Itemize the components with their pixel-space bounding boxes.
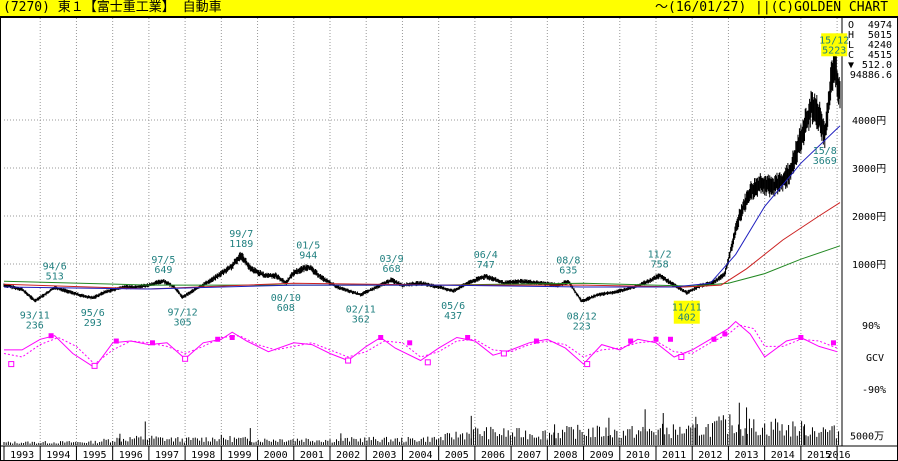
x-tick-label: 2007 <box>517 450 541 461</box>
gcv-filled-marker <box>667 336 673 342</box>
x-tick-label: 1996 <box>119 450 143 461</box>
annotation-value: 362 <box>352 315 370 326</box>
x-tick-label: 2008 <box>553 450 577 461</box>
gcv-filled-marker <box>653 336 659 342</box>
gcv-tick-label: -90% <box>862 385 886 396</box>
volume-bars <box>3 414 840 445</box>
gcv-open-marker <box>91 362 98 369</box>
x-tick-label: 2014 <box>771 450 795 461</box>
ma-mid-line <box>3 202 841 290</box>
gcv-tick-label: 90% <box>862 321 880 332</box>
x-tick-label: 2016 <box>827 450 851 461</box>
x-tick-label: 2012 <box>698 450 722 461</box>
gcv-solid-line <box>4 320 838 369</box>
x-tick-label: 2000 <box>264 450 288 461</box>
chart-frame <box>0 17 898 461</box>
x-tick-label: 1997 <box>155 450 179 461</box>
annotation-value: 608 <box>277 303 295 314</box>
gcv-filled-marker <box>722 331 728 337</box>
gcv-label: GCV <box>866 353 884 364</box>
y-tick-label: 1000円 <box>852 260 886 271</box>
price-candles <box>3 43 841 303</box>
gcv-open-marker <box>8 361 15 368</box>
gcv-filled-marker <box>113 338 119 344</box>
annotation-value: 758 <box>651 260 669 271</box>
chart-canvas: 1993 1994 1995 1996 1997 1998 1999 2000 2001 2002… <box>0 17 898 461</box>
y-tick-label: 4000円 <box>852 116 886 127</box>
gcv-filled-marker <box>407 340 413 346</box>
annotation-value: 305 <box>174 317 192 328</box>
annotation-value: 635 <box>559 266 577 277</box>
annotation-value: 649 <box>154 265 172 276</box>
y-tick-label: 2000円 <box>852 212 886 223</box>
annotation-value: 236 <box>26 321 44 332</box>
x-tick-label: 1999 <box>227 450 251 461</box>
annotation-value: 437 <box>444 311 462 322</box>
x-tick-label: 2001 <box>300 450 324 461</box>
ohlc-value: 94886.6 <box>850 70 892 81</box>
annotation-value: 747 <box>477 260 495 271</box>
gcv-filled-marker <box>229 335 235 340</box>
y-tick-label: 3000円 <box>852 164 886 175</box>
x-tick-label: 2009 <box>590 450 614 461</box>
annotation-value: 3669 <box>813 156 837 167</box>
gcv-open-marker <box>424 359 431 366</box>
gcv-filled-marker <box>628 338 634 344</box>
gcv-filled-marker <box>48 333 54 339</box>
x-tick-label: 2004 <box>409 450 433 461</box>
gcv-filled-marker <box>798 335 804 340</box>
x-tick-label: 1995 <box>83 450 107 461</box>
gcv-filled-marker <box>215 336 221 342</box>
gcv-open-marker <box>678 354 685 360</box>
x-tick-label: 2003 <box>372 450 396 461</box>
gcv-filled-marker <box>711 336 717 342</box>
x-tick-label: 1993 <box>10 450 34 461</box>
gcv-filled-marker <box>465 335 471 340</box>
ma-short-line <box>3 125 841 290</box>
gcv-open-marker <box>584 361 591 368</box>
gcv-open-marker <box>182 355 189 362</box>
x-tick-label: 2006 <box>481 450 505 461</box>
x-tick-label: 2002 <box>336 450 360 461</box>
x-tick-label: 2010 <box>626 450 650 461</box>
stock-chart: (7270) 東１【富士重工業】 自動車 ～(16/01/27) ||(C)GO… <box>0 0 898 461</box>
gcv-open-marker <box>500 350 507 357</box>
x-tick-label: 1994 <box>46 450 70 461</box>
gcv-filled-marker <box>150 340 156 346</box>
x-tick-label: 2013 <box>735 450 759 461</box>
annotation-value: 1189 <box>229 239 253 250</box>
volume-tick-label: 5000万 <box>850 432 884 443</box>
annotation-value: 402 <box>678 313 696 324</box>
annotation-value: 944 <box>299 251 317 262</box>
gcv-dotted-line <box>3 324 838 365</box>
annotation-value: 513 <box>46 271 64 282</box>
gcv-filled-marker <box>533 338 539 344</box>
gcv-filled-marker <box>378 335 384 340</box>
x-tick-label: 1998 <box>191 450 215 461</box>
annotation-value: 5223 <box>822 45 846 56</box>
gcv-open-marker <box>345 357 352 364</box>
x-tick-label: 2011 <box>662 450 686 461</box>
gcv-filled-marker <box>830 340 836 346</box>
annotation-value: 293 <box>84 318 102 329</box>
annotation-value: 668 <box>383 264 401 275</box>
x-tick-label: 2005 <box>445 450 469 461</box>
annotation-value: 223 <box>573 321 591 332</box>
